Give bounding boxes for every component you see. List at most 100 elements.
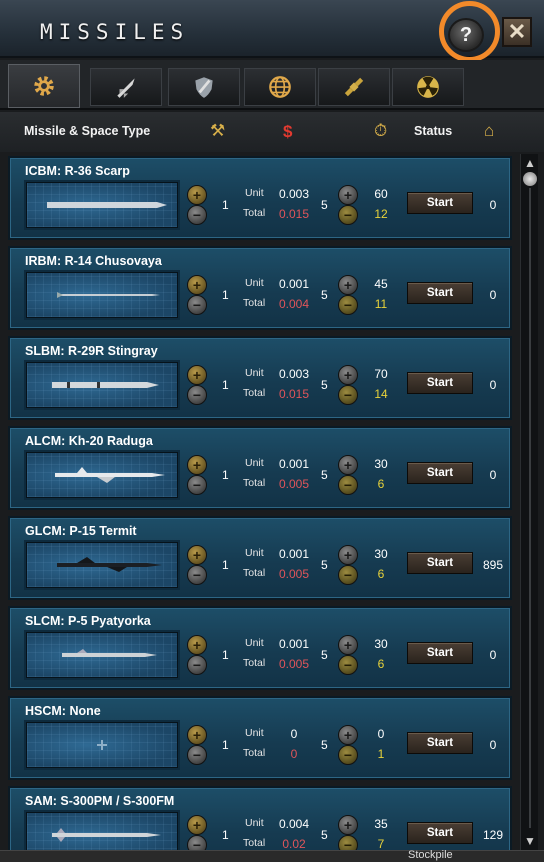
decrease-production-button[interactable]: − [338,655,358,675]
capacity-value: 0 [377,727,385,741]
missile-list: ICBM: R-36 Scarp + − 1 Unit Total 0.003 … [8,156,512,856]
increase-quantity-button[interactable]: + [187,725,207,745]
unit-cost-label: Unit [245,457,264,469]
title-bar: MISSILES ? ✕ [0,0,544,62]
unit-cost-value: 0.004 [278,817,310,831]
increase-production-button[interactable]: + [338,185,358,205]
missile-row: SLCM: P-5 Pyatyorka + − 1 Unit Total 0.0… [8,606,512,690]
decrease-quantity-button[interactable]: − [187,745,207,765]
decrease-production-button[interactable]: − [338,475,358,495]
missile-silhouette-icon [62,649,157,657]
status-value: 0 [489,198,497,212]
production-value: 11 [374,297,388,311]
decrease-quantity-button[interactable]: − [187,475,207,495]
tab-space[interactable] [318,68,390,106]
total-cost-label: Total [243,747,266,759]
scroll-thumb[interactable] [523,172,537,186]
build-days-value: 5 [321,738,328,752]
total-cost-label: Total [243,477,266,489]
status-value: 0 [489,648,497,662]
scroll-down-arrow-icon[interactable]: ▼ [522,834,538,848]
production-value: 12 [374,207,388,221]
unit-cost-label: Unit [245,547,264,559]
tab-nuclear[interactable] [392,68,464,106]
increase-quantity-button[interactable]: + [187,275,207,295]
missile-row: SLBM: R-29R Stingray + − 1 Unit Total 0.… [8,336,512,420]
increase-production-button[interactable]: + [338,545,358,565]
increase-quantity-button[interactable]: + [187,545,207,565]
build-days-value: 5 [321,648,328,662]
increase-production-button[interactable]: + [338,275,358,295]
scroll-up-arrow-icon[interactable]: ▲ [522,156,538,170]
decrease-quantity-button[interactable]: − [187,205,207,225]
missile-thumbnail [26,452,178,498]
increase-quantity-button[interactable]: + [187,185,207,205]
scrollbar[interactable]: ▲ ▼ [520,154,538,850]
production-value: 6 [377,567,385,581]
increase-production-button[interactable]: + [338,725,358,745]
total-cost-value: 0.02 [282,837,306,851]
decrease-production-button[interactable]: − [338,745,358,765]
increase-production-button[interactable]: + [338,455,358,475]
missile-shield-icon [195,77,213,98]
decrease-quantity-button[interactable]: − [187,565,207,585]
column-type-label: Missile & Space Type [24,124,151,138]
capacity-value: 35 [374,817,388,831]
tab-missiles[interactable] [90,68,162,106]
decrease-production-button[interactable]: − [338,295,358,315]
missile-type-name: HSCM: None [25,704,101,718]
missile-row: IRBM: R-14 Chusovaya + − 1 Unit Total 0.… [8,246,512,330]
decrease-production-button[interactable]: − [338,385,358,405]
decrease-quantity-button[interactable]: − [187,385,207,405]
close-button[interactable]: ✕ [502,17,532,47]
tab-settings[interactable] [8,64,80,108]
increase-quantity-button[interactable]: + [187,455,207,475]
build-days-value: 5 [321,288,328,302]
missile-thumbnail [26,632,178,678]
total-cost-value: 0.005 [278,477,310,491]
increase-production-button[interactable]: + [338,635,358,655]
missile-type-name: SLCM: P-5 Pyatyorka [25,614,151,628]
decrease-production-button[interactable]: − [338,565,358,585]
increase-quantity-button[interactable]: + [187,635,207,655]
radiation-icon [417,76,439,98]
build-days-value: 5 [321,558,328,572]
missile-row: ICBM: R-36 Scarp + − 1 Unit Total 0.003 … [8,156,512,240]
decrease-quantity-button[interactable]: − [187,655,207,675]
start-button[interactable]: Start [407,822,473,844]
missile-silhouette-icon [55,467,165,483]
decrease-production-button[interactable]: − [338,205,358,225]
unit-cost-value: 0.001 [278,457,310,471]
unit-cost-label: Unit [245,277,264,289]
rocket-icon [117,78,135,98]
tab-global[interactable] [244,68,316,106]
increase-production-button[interactable]: + [338,365,358,385]
missile-type-name: SLBM: R-29R Stingray [25,344,158,358]
quantity-value: 1 [222,558,229,572]
tab-defense[interactable] [168,68,240,106]
start-button[interactable]: Start [407,282,473,304]
build-days-value: 5 [321,378,328,392]
start-button[interactable]: Start [407,192,473,214]
total-cost-label: Total [243,387,266,399]
unit-cost-label: Unit [245,187,264,199]
start-button[interactable]: Start [407,642,473,664]
help-button[interactable]: ? [448,18,484,52]
total-cost-label: Total [243,207,266,219]
quantity-value: 1 [222,738,229,752]
start-button[interactable]: Start [407,552,473,574]
missile-type-name: ALCM: Kh-20 Raduga [25,434,153,448]
increase-quantity-button[interactable]: + [187,365,207,385]
increase-quantity-button[interactable]: + [187,815,207,835]
start-button[interactable]: Start [407,372,473,394]
status-value: 0 [489,288,497,302]
total-cost-value: 0.005 [278,567,310,581]
scroll-track[interactable] [529,188,531,828]
decrease-quantity-button[interactable]: − [187,295,207,315]
unit-cost-value: 0.003 [278,187,310,201]
increase-production-button[interactable]: + [338,815,358,835]
quantity-value: 1 [222,198,229,212]
missile-thumbnail [26,182,178,228]
start-button[interactable]: Start [407,462,473,484]
start-button[interactable]: Start [407,732,473,754]
